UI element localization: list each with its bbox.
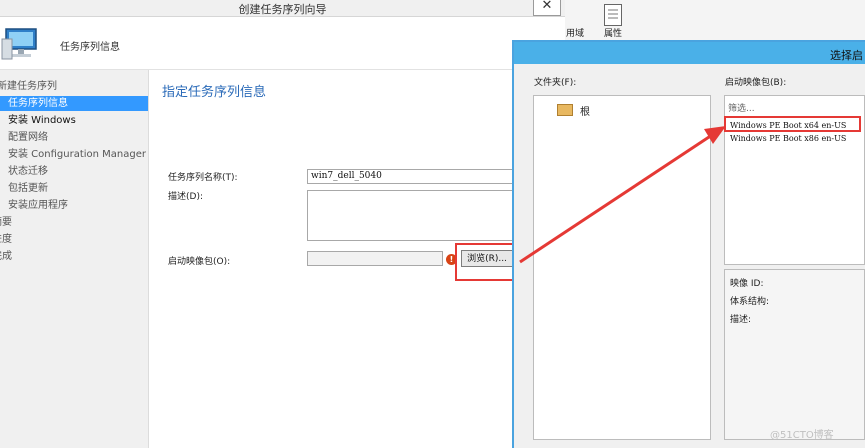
nav-item-install-applications[interactable]: 安装应用程序 [0,198,148,213]
folder-icon [557,104,573,116]
nav-item-include-updates[interactable]: 包括更新 [0,181,148,196]
description-label: 描述(D): [168,192,203,202]
nav-item-configure-network[interactable]: 配置网络 [0,130,148,145]
browse-highlight-box [455,243,517,281]
properties-icon[interactable] [604,4,622,26]
dialog-title: 选择启 [830,49,863,62]
nav-item-task-sequence-info[interactable]: 任务序列信息 [0,96,148,111]
task-sequence-name-label: 任务序列名称(T): [168,173,238,183]
boot-image-input [307,251,443,266]
wizard-nav: 新建任务序列 任务序列信息 安装 Windows 配置网络 安装 Configu… [0,70,149,448]
folder-root-item[interactable]: 根 [580,103,590,118]
description-detail-label: 描述: [730,315,752,325]
nav-item-progress[interactable]: 进度 [0,232,140,247]
boot-image-label: 启动映像包(O): [168,257,231,267]
image-id-label: 映像 ID: [730,279,764,289]
nav-item-state-migration[interactable]: 状态迁移 [0,164,148,179]
ribbon-properties-label[interactable]: 属性 [604,26,622,39]
nav-item-install-configuration-manager[interactable]: 安装 Configuration Manager [0,147,148,162]
wizard-title: 创建任务序列向导 [238,3,327,16]
boot-image-list-label: 启动映像包(B): [725,78,787,88]
nav-item-completion[interactable]: 完成 [0,249,140,264]
filter-input[interactable]: 筛选... [728,101,755,114]
dialog-titlebar [514,42,865,64]
folder-label: 文件夹(F): [534,78,577,88]
task-sequence-name-input[interactable]: win7_dell_5040 [307,169,513,184]
package-highlight-box [724,116,861,132]
ribbon-domain-label[interactable]: 用域 [566,26,584,39]
package-row-x86[interactable]: Windows PE Boot x86 en-US [730,134,846,143]
folder-tree[interactable] [533,95,711,440]
nav-item-summary[interactable]: 摘要 [0,215,140,230]
wizard-header-title: 任务序列信息 [60,42,120,53]
nav-item-new-task-sequence[interactable]: 新建任务序列 [0,79,145,94]
architecture-label: 体系结构: [730,297,770,307]
description-textarea[interactable] [307,190,513,241]
close-icon[interactable]: ✕ [533,0,561,16]
watermark: @51CTO博客 [770,430,834,441]
content-title: 指定任务序列信息 [162,85,267,100]
nav-item-install-windows[interactable]: 安装 Windows [0,113,148,128]
computer-icon [0,25,44,65]
